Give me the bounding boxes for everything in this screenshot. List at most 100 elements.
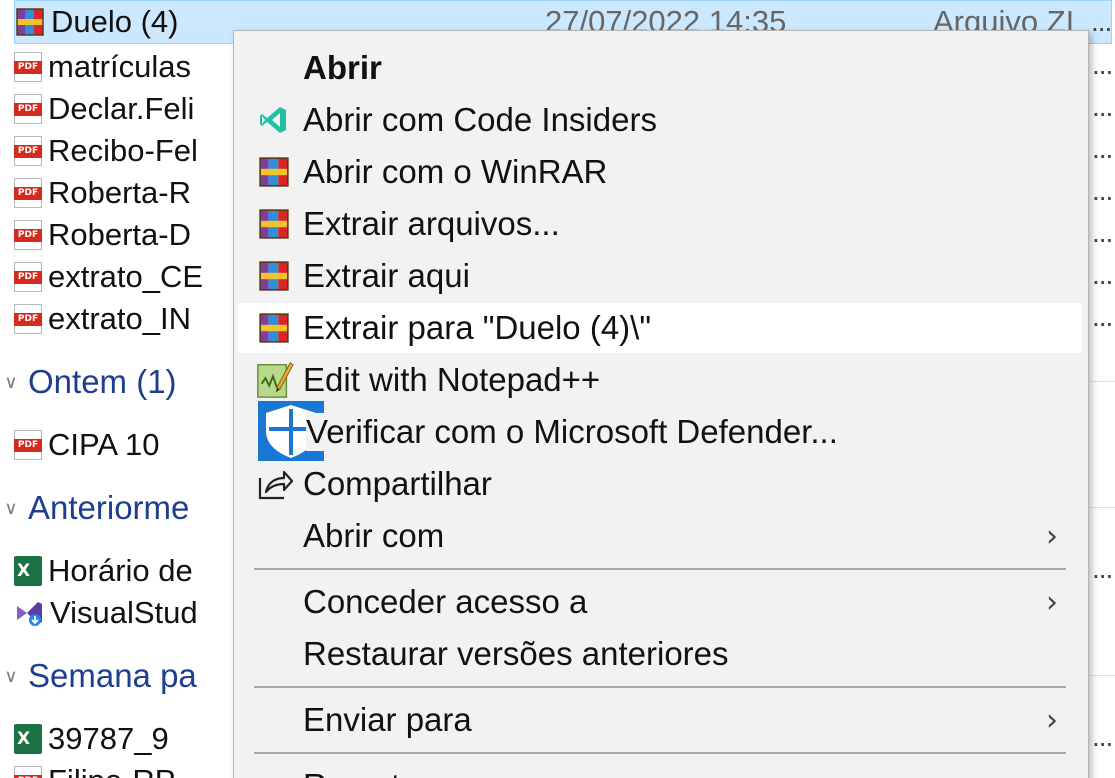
menu-item-extract-to-folder[interactable]: Extrair para "Duelo (4)\" — [238, 303, 1082, 353]
menu-item-open-winrar[interactable]: Abrir com o WinRAR — [238, 147, 1082, 197]
file-name: Recibo-Fel — [48, 133, 198, 168]
chevron-down-icon[interactable]: ∨ — [0, 666, 22, 687]
menu-item-open-code-insiders[interactable]: Abrir com Code Insiders — [238, 95, 1082, 145]
file-row[interactable]: extrato_IN — [14, 298, 191, 340]
group-divider — [1090, 507, 1115, 508]
vscode-insiders-icon — [254, 98, 294, 142]
menu-item-label: Conceder acesso a — [303, 583, 588, 620]
menu-item-open-with[interactable]: Abrir com › — [238, 511, 1082, 561]
chevron-right-icon: › — [1046, 518, 1058, 554]
file-row[interactable]: Recibo-Fel — [14, 130, 198, 172]
file-name: Filipe-RP — [48, 763, 175, 778]
truncation-ellipsis: ... — [1092, 133, 1113, 164]
truncation-ellipsis: ... — [1092, 259, 1113, 290]
menu-item-edit-notepad-plus-plus[interactable]: Edit with Notepad++ — [238, 355, 1082, 405]
pdf-icon — [14, 262, 42, 292]
group-header-last-week[interactable]: ∨ Semana pa — [0, 654, 197, 698]
menu-item-give-access[interactable]: Conceder acesso a › — [238, 577, 1082, 627]
menu-item-label: Extrair aqui — [303, 257, 470, 294]
menu-item-open[interactable]: Abrir — [238, 43, 1082, 93]
context-menu: Abrir Abrir com Code Insiders Abrir com … — [233, 30, 1089, 778]
truncation-ellipsis: ... — [1092, 721, 1113, 752]
group-header-yesterday[interactable]: ∨ Ontem (1) — [0, 360, 177, 404]
file-name: matrículas — [48, 49, 191, 84]
menu-item-label: Abrir com — [303, 517, 445, 554]
file-name: 39787_9 — [48, 721, 169, 756]
winrar-icon — [254, 254, 294, 298]
pdf-icon — [14, 94, 42, 124]
pdf-icon — [14, 136, 42, 166]
winrar-icon — [254, 150, 294, 194]
truncation-ellipsis: ... — [1092, 553, 1113, 584]
group-divider — [1090, 381, 1115, 382]
menu-item-cut[interactable]: Recortar — [238, 761, 1082, 778]
menu-item-label: Abrir com Code Insiders — [303, 101, 657, 138]
excel-icon — [14, 556, 42, 586]
group-header-earlier[interactable]: ∨ Anteriorme — [0, 486, 189, 530]
winrar-icon — [254, 202, 294, 246]
file-name: extrato_IN — [48, 301, 192, 336]
visual-studio-installer-icon — [14, 598, 44, 628]
menu-item-restore-previous-versions[interactable]: Restaurar versões anteriores — [238, 629, 1082, 679]
share-icon — [254, 462, 294, 506]
menu-item-label: Restaurar versões anteriores — [303, 635, 729, 672]
group-label: Semana pa — [28, 657, 197, 694]
file-row[interactable]: 39787_9 — [14, 718, 169, 760]
menu-item-label: Abrir — [303, 49, 382, 86]
file-name: Roberta-R — [48, 175, 191, 210]
menu-item-scan-defender[interactable]: Verificar com o Microsoft Defender... — [238, 401, 1082, 461]
menu-item-label: Enviar para — [303, 701, 472, 738]
menu-item-label: Verificar com o Microsoft Defender... — [306, 413, 838, 451]
menu-separator — [254, 686, 1066, 688]
file-row[interactable]: Roberta-D — [14, 214, 191, 256]
chevron-down-icon[interactable]: ∨ — [0, 498, 22, 519]
file-name: VisualStud — [50, 595, 198, 630]
file-row[interactable]: matrículas — [14, 46, 191, 88]
menu-separator — [254, 568, 1066, 570]
file-row[interactable]: VisualStud — [14, 592, 198, 634]
menu-item-send-to[interactable]: Enviar para › — [238, 695, 1082, 745]
group-label: Ontem (1) — [28, 363, 177, 400]
group-label: Anteriorme — [28, 489, 190, 526]
menu-item-label: Abrir com o WinRAR — [303, 153, 608, 190]
menu-item-share[interactable]: Compartilhar — [238, 459, 1082, 509]
notepad-plus-plus-icon — [254, 358, 294, 402]
file-row[interactable]: Horário de — [14, 550, 193, 592]
pdf-icon — [14, 766, 42, 778]
menu-item-label: Extrair para "Duelo (4)\" — [303, 309, 652, 346]
menu-item-extract-files[interactable]: Extrair arquivos... — [238, 199, 1082, 249]
truncation-ellipsis: ... — [1092, 301, 1113, 332]
truncation-ellipsis: ... — [1091, 6, 1112, 37]
file-name: Roberta-D — [48, 217, 191, 252]
truncation-ellipsis: ... — [1092, 91, 1113, 122]
file-row[interactable]: Filipe-RP — [14, 760, 175, 778]
menu-item-extract-here[interactable]: Extrair aqui — [238, 251, 1082, 301]
truncation-ellipsis: ... — [1092, 49, 1113, 80]
menu-item-label: Compartilhar — [303, 465, 492, 502]
pdf-icon — [14, 304, 42, 334]
truncation-ellipsis: ... — [1092, 217, 1113, 248]
pdf-icon — [14, 178, 42, 208]
truncation-ellipsis: ... — [1092, 175, 1113, 206]
file-row[interactable]: Declar.Feli — [14, 88, 194, 130]
menu-item-label: Edit with Notepad++ — [303, 361, 601, 398]
pdf-icon — [14, 220, 42, 250]
file-name: Duelo (4) — [51, 4, 179, 39]
file-name: CIPA 10 — [48, 427, 160, 462]
chevron-down-icon[interactable]: ∨ — [0, 372, 22, 393]
file-row[interactable]: Roberta-R — [14, 172, 191, 214]
file-name: Horário de — [48, 553, 193, 588]
menu-item-label: Recortar — [303, 767, 430, 778]
file-name: Declar.Feli — [48, 91, 195, 126]
file-row[interactable]: extrato_CE — [14, 256, 203, 298]
menu-separator — [254, 752, 1066, 754]
pdf-icon — [14, 52, 42, 82]
file-row[interactable]: CIPA 10 — [14, 424, 159, 466]
excel-icon — [14, 724, 42, 754]
file-name: extrato_CE — [48, 259, 204, 294]
winrar-icon — [254, 306, 294, 350]
file-explorer-list: Duelo (4) 27/07/2022 14:35 Arquivo ZI ..… — [0, 0, 1115, 778]
menu-item-label: Extrair arquivos... — [303, 205, 560, 242]
winrar-archive-icon — [15, 7, 45, 37]
group-divider — [1090, 675, 1115, 676]
